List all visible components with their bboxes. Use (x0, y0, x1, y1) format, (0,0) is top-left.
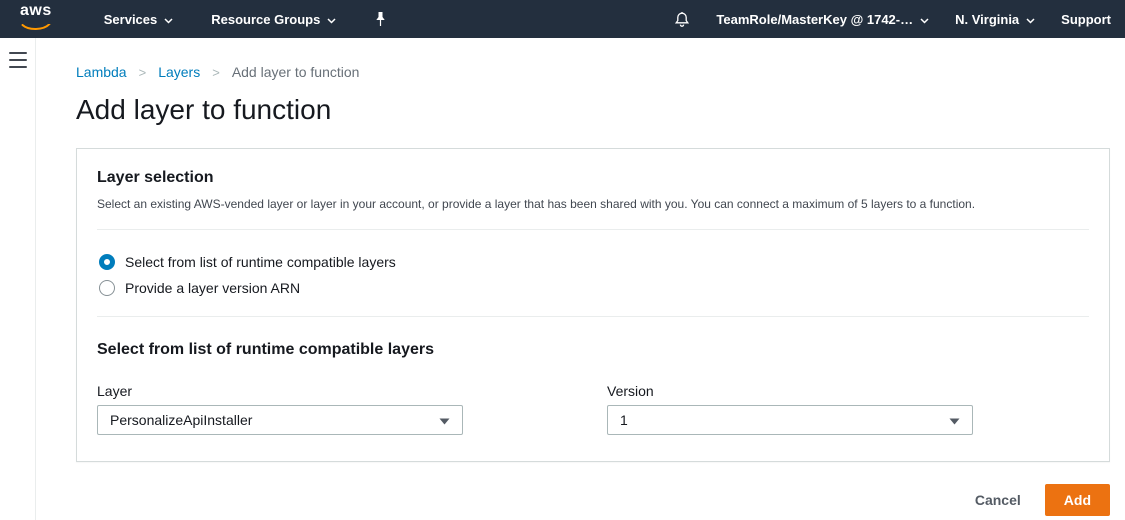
panel-header: Layer selection Select an existing AWS-v… (77, 149, 1109, 229)
layer-select[interactable]: PersonalizeApiInstaller (97, 405, 463, 435)
radio-label: Select from list of runtime compatible l… (125, 254, 396, 270)
section-heading: Select from list of runtime compatible l… (97, 341, 1089, 359)
nav-services-label: Services (104, 12, 158, 27)
panel-description: Select an existing AWS-vended layer or l… (97, 197, 1089, 211)
nav-region-menu[interactable]: N. Virginia (955, 12, 1035, 27)
version-select-value: 1 (620, 412, 628, 428)
nav-region-label: N. Virginia (955, 12, 1019, 27)
add-button[interactable]: Add (1045, 484, 1110, 516)
page-body: Lambda > Layers > Add layer to function … (0, 38, 1125, 520)
chevron-down-icon (1026, 12, 1035, 27)
layer-select-value: PersonalizeApiInstaller (110, 412, 252, 428)
layer-selection-panel: Layer selection Select an existing AWS-v… (76, 148, 1110, 462)
nav-account-menu[interactable]: TeamRole/MasterKey @ 1742-… (716, 12, 929, 27)
main-content: Lambda > Layers > Add layer to function … (36, 38, 1125, 520)
pin-icon[interactable] (374, 11, 387, 27)
nav-resource-groups[interactable]: Resource Groups (211, 12, 336, 27)
layer-version-fields: Layer PersonalizeApiInstaller Version 1 (97, 383, 1089, 435)
cancel-button[interactable]: Cancel (975, 492, 1021, 508)
nav-support[interactable]: Support (1061, 12, 1111, 27)
chevron-down-icon (327, 12, 336, 27)
runtime-compatible-layers-section: Select from list of runtime compatible l… (77, 317, 1109, 461)
nav-support-label: Support (1061, 12, 1111, 27)
layer-field: Layer PersonalizeApiInstaller (97, 383, 463, 435)
radio-label: Provide a layer version ARN (125, 280, 300, 296)
radio-runtime-compatible-layers[interactable]: Select from list of runtime compatible l… (99, 254, 1089, 270)
breadcrumb-separator-icon: > (139, 65, 147, 80)
breadcrumb-layers[interactable]: Layers (158, 64, 200, 80)
top-navigation-right: TeamRole/MasterKey @ 1742-… N. Virginia … (674, 11, 1111, 28)
page-title: Add layer to function (76, 94, 1110, 126)
chevron-down-icon (920, 12, 929, 27)
breadcrumb-lambda[interactable]: Lambda (76, 64, 127, 80)
chevron-down-icon (164, 12, 173, 27)
left-sidebar (0, 38, 36, 520)
footer-actions: Cancel Add (76, 484, 1110, 516)
aws-logo-text: aws (20, 3, 52, 18)
select-caret-icon (949, 412, 960, 428)
radio-selected-icon (99, 254, 115, 270)
radio-layer-version-arn[interactable]: Provide a layer version ARN (99, 280, 1089, 296)
version-field: Version 1 (607, 383, 973, 435)
notifications-bell-icon[interactable] (674, 11, 690, 28)
breadcrumb-separator-icon: > (212, 65, 220, 80)
hamburger-menu-icon[interactable] (9, 52, 27, 68)
version-field-label: Version (607, 383, 973, 399)
nav-services[interactable]: Services (104, 12, 174, 27)
layer-field-label: Layer (97, 383, 463, 399)
nav-resource-groups-label: Resource Groups (211, 12, 320, 27)
aws-logo[interactable]: aws (20, 3, 52, 36)
aws-logo-smile-icon (21, 18, 51, 36)
radio-unselected-icon (99, 280, 115, 296)
version-select[interactable]: 1 (607, 405, 973, 435)
breadcrumb-current-page: Add layer to function (232, 64, 360, 80)
layer-source-radio-group: Select from list of runtime compatible l… (77, 230, 1109, 316)
select-caret-icon (439, 412, 450, 428)
panel-heading: Layer selection (97, 169, 1089, 187)
top-navigation-bar: aws Services Resource Groups TeamRole/Ma… (0, 0, 1125, 38)
nav-account-label: TeamRole/MasterKey @ 1742-… (716, 12, 913, 27)
breadcrumb: Lambda > Layers > Add layer to function (76, 64, 1110, 80)
